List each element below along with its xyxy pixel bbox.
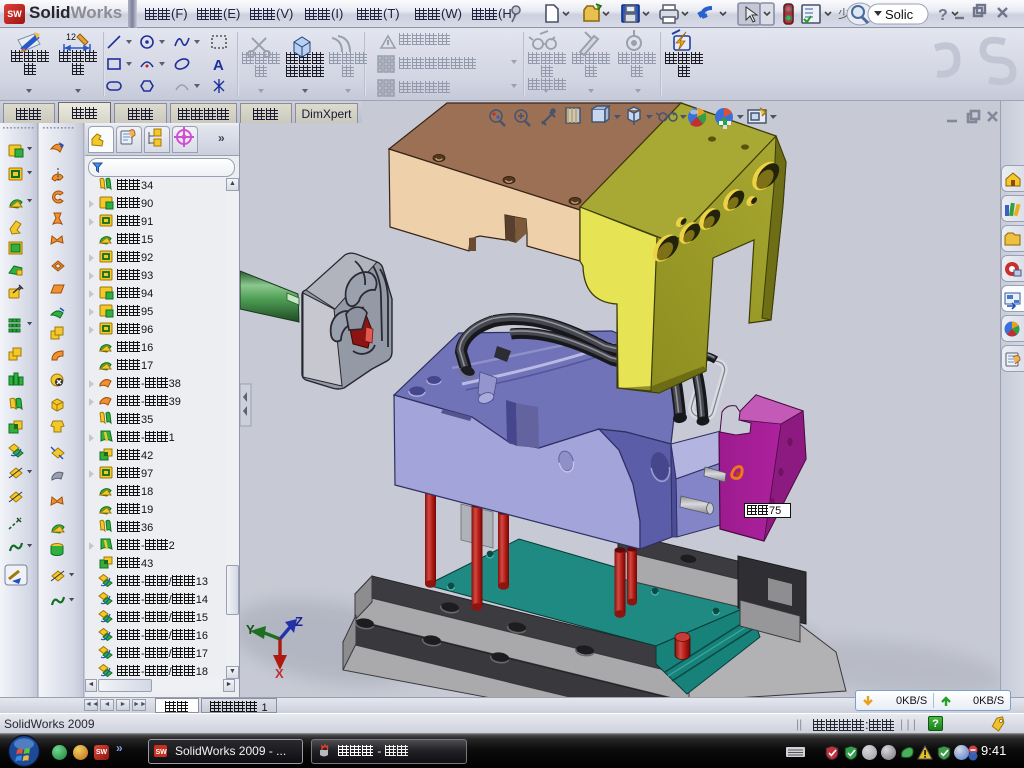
svg-text:?: ? [938, 7, 948, 24]
svg-text:Y: Y [246, 622, 255, 637]
svg-text:12: 12 [66, 32, 76, 42]
svg-text:X: X [275, 666, 284, 681]
svg-text:Z: Z [295, 614, 303, 629]
svg-text:SW: SW [156, 749, 168, 756]
svg-text:Solic: Solic [885, 7, 914, 22]
svg-text:A: A [213, 57, 224, 74]
